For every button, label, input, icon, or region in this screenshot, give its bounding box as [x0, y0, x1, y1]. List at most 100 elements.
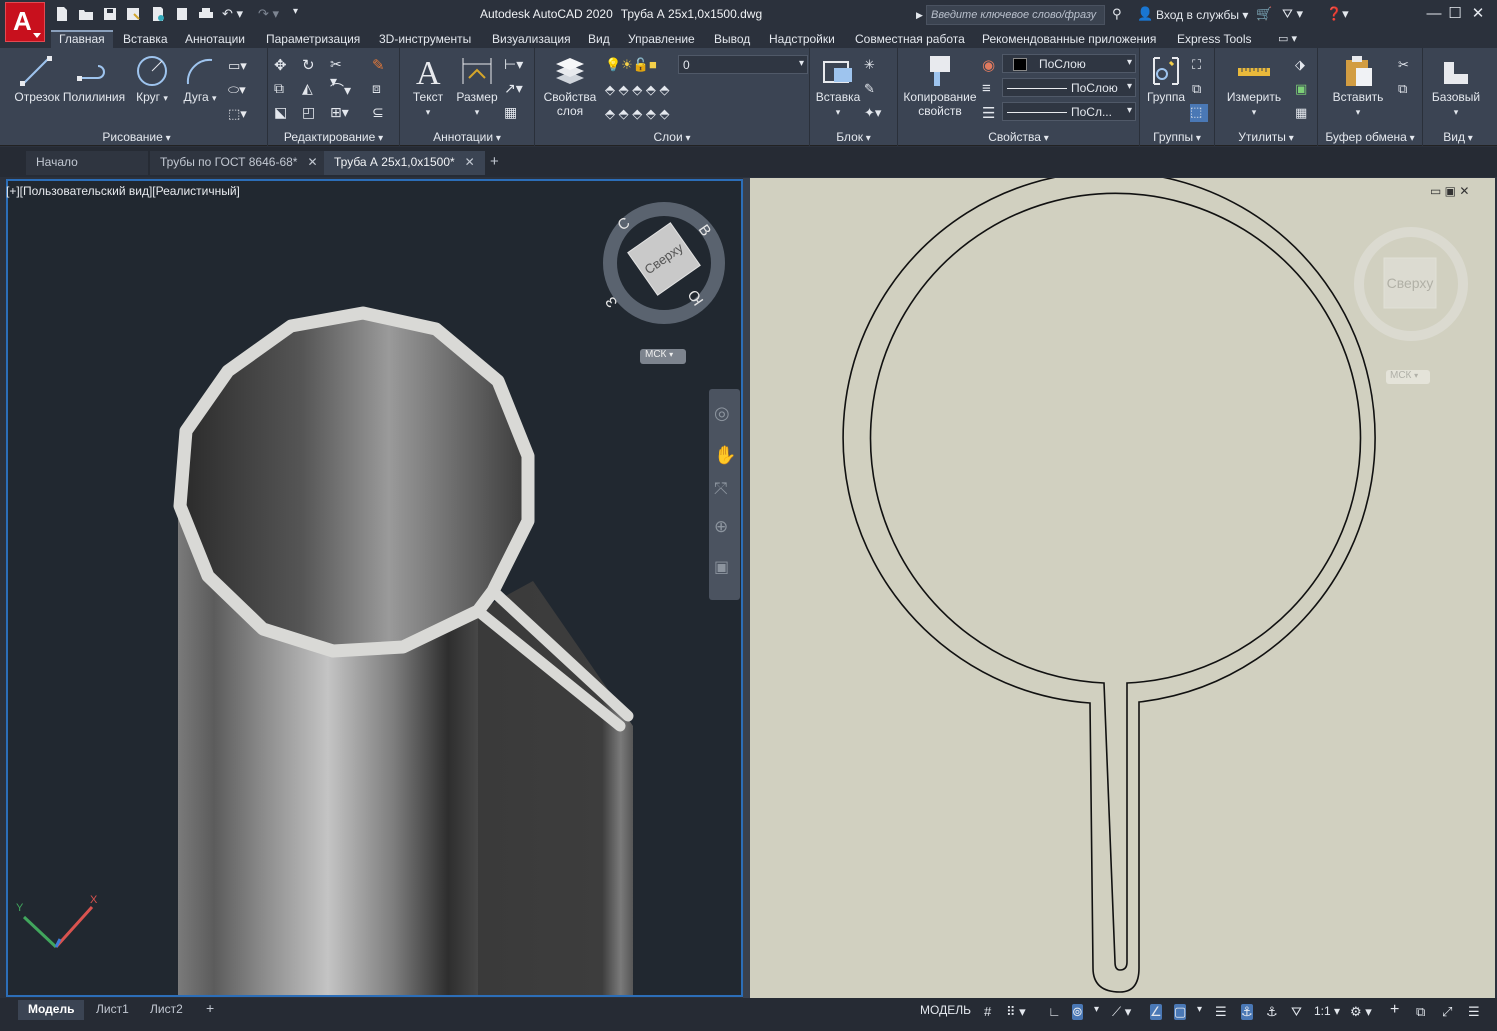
tab-addins[interactable]: Надстройки: [769, 30, 835, 48]
trim-icon[interactable]: ✂▾: [330, 56, 348, 89]
panel-block-label[interactable]: Блок: [810, 130, 897, 144]
open-folder-icon[interactable]: [78, 6, 94, 22]
panel-annotation-label[interactable]: Аннотации: [400, 130, 534, 144]
qat-customize-icon[interactable]: ▾: [293, 6, 298, 17]
paste-button[interactable]: Вставить ▾: [1324, 54, 1392, 118]
copy-clip-icon[interactable]: ⧉: [1398, 81, 1416, 99]
polar-menu-icon[interactable]: ▾: [1094, 1004, 1099, 1015]
match-properties-button[interactable]: Копирование свойств: [900, 54, 980, 118]
text-button[interactable]: A Текст ▾: [408, 54, 448, 118]
cut-icon[interactable]: ✂: [1398, 57, 1416, 75]
minimize-button[interactable]: —: [1423, 4, 1445, 24]
tab-home[interactable]: Главная: [51, 30, 113, 48]
annotation-visibility-icon[interactable]: ⚓: [1241, 1004, 1253, 1020]
erase-icon[interactable]: ✎: [372, 56, 390, 74]
osnap-tracking-icon[interactable]: ⟋ ▾: [1112, 1004, 1131, 1020]
viewcube-2d[interactable]: Сверху: [1350, 226, 1472, 346]
web-mobile-icon[interactable]: [150, 6, 166, 22]
ucs-menu-2d[interactable]: МСК ▾: [1386, 370, 1430, 384]
move-icon[interactable]: ✥: [274, 56, 292, 74]
linear-dim-icon[interactable]: ⊢▾: [504, 56, 523, 74]
isodraft-icon[interactable]: ∠: [1150, 1004, 1162, 1020]
snap-icon[interactable]: ⠿ ▾: [1006, 1004, 1026, 1020]
tab-visualize[interactable]: Визуализация: [492, 30, 571, 48]
share-icon[interactable]: [174, 6, 190, 22]
copy-icon[interactable]: ⧉: [274, 80, 292, 98]
tab-manage[interactable]: Управление: [628, 30, 695, 48]
lineweight-dropdown[interactable]: ПоСлою: [1002, 78, 1136, 97]
stretch-icon[interactable]: ⬕: [274, 104, 292, 122]
polar-icon[interactable]: ⊚: [1072, 1004, 1083, 1020]
search-expand-icon[interactable]: ▶: [916, 10, 923, 21]
group-button[interactable]: Группа: [1142, 54, 1190, 104]
undo-icon[interactable]: ↶ ▾: [222, 6, 243, 22]
quick-select-icon[interactable]: ⬗: [1295, 57, 1313, 75]
base-view-button[interactable]: Базовый ▾: [1427, 54, 1485, 118]
tab-collaborate[interactable]: Совместная работа: [855, 30, 965, 48]
save-icon[interactable]: [102, 6, 118, 22]
model-space-button[interactable]: МОДЕЛЬ: [920, 1003, 971, 1017]
steering-wheel-icon[interactable]: ◎: [714, 403, 730, 424]
sign-in-button[interactable]: Вход в службы ▾: [1156, 8, 1248, 22]
arc-button[interactable]: Дуга ▾: [180, 54, 220, 104]
zoom-extents-icon[interactable]: ⤧: [714, 479, 728, 499]
pan-icon[interactable]: ✋: [714, 445, 736, 466]
lineweight-toggle-icon[interactable]: ☰: [1215, 1004, 1227, 1020]
tab-parametric[interactable]: Параметризация: [266, 30, 360, 48]
orbit-icon[interactable]: ⊕: [714, 517, 728, 537]
offset-icon[interactable]: ⊆: [372, 104, 390, 122]
search-input[interactable]: Введите ключевое слово/фразу: [926, 5, 1105, 25]
layout-tab-model[interactable]: Модель: [18, 1000, 85, 1020]
a360-icon[interactable]: ⛛ ▾: [1282, 6, 1303, 22]
color-dropdown[interactable]: ПоСлою: [1002, 54, 1136, 73]
new-tab-button[interactable]: +: [480, 151, 509, 175]
redo-icon[interactable]: ↷ ▾: [258, 6, 279, 22]
binoculars-icon[interactable]: ⚲: [1112, 6, 1122, 22]
array-icon[interactable]: ⊞▾: [330, 104, 349, 122]
ortho-icon[interactable]: ∟: [1048, 1004, 1061, 1019]
fullscreen-icon[interactable]: ⤢: [1442, 1004, 1452, 1020]
autoscale-icon[interactable]: ⚓: [1266, 1004, 1278, 1020]
table-icon[interactable]: ▦: [504, 104, 522, 122]
panel-layers-label[interactable]: Слои: [535, 130, 809, 144]
group-selection-icon[interactable]: ⬚: [1190, 104, 1208, 122]
panel-groups-label[interactable]: Группы: [1140, 130, 1214, 144]
viewport-window-controls[interactable]: ▭ ▣ ✕: [1430, 184, 1469, 198]
scale-menu[interactable]: 1:1 ▾: [1314, 1004, 1340, 1018]
close-tab-icon[interactable]: ✕: [307, 155, 317, 169]
leader-icon[interactable]: ↗▾: [504, 80, 523, 98]
close-tab-icon[interactable]: ✕: [465, 155, 475, 169]
tab-insert[interactable]: Вставка: [123, 30, 168, 48]
explode-icon[interactable]: ⧈: [372, 80, 390, 98]
line-button[interactable]: Отрезок: [12, 54, 62, 104]
viewport-3d[interactable]: Сверху С В Ю З МСК ▾ Y X: [6, 179, 743, 997]
workspace-gear-icon[interactable]: ⚙ ▾: [1350, 1004, 1372, 1020]
rotate-icon[interactable]: ↻: [302, 56, 320, 74]
panel-view-label[interactable]: Вид: [1423, 130, 1493, 144]
new-file-icon[interactable]: [54, 6, 70, 22]
doc-tab-start[interactable]: Начало: [26, 151, 148, 175]
fillet-icon[interactable]: ⌒▾: [330, 80, 351, 98]
layout-tab-sheet2[interactable]: Лист2: [140, 1000, 193, 1020]
viewport-splitter[interactable]: [743, 178, 750, 998]
layer-dropdown[interactable]: 0: [678, 55, 808, 74]
tab-output[interactable]: Вывод: [714, 30, 750, 48]
mirror-icon[interactable]: ◭: [302, 80, 320, 98]
circle-button[interactable]: Круг ▾: [132, 54, 172, 104]
cart-icon[interactable]: 🛒: [1256, 6, 1272, 22]
doc-tab-gost[interactable]: Трубы по ГОСТ 8646-68* ✕: [150, 151, 328, 175]
group-edit-icon[interactable]: ⧉: [1192, 81, 1210, 99]
grid-icon[interactable]: #: [984, 1004, 991, 1019]
create-block-icon[interactable]: ✳: [864, 57, 882, 75]
hatch-icon[interactable]: ⬭▾: [228, 82, 246, 100]
tab-view[interactable]: Вид: [588, 30, 610, 48]
tab-3d-tools[interactable]: 3D-инструменты: [379, 30, 471, 48]
isolate-objects-icon[interactable]: ⧉: [1416, 1004, 1425, 1020]
polyline-button[interactable]: Полилиния: [62, 54, 126, 104]
customize-menu-icon[interactable]: ☰: [1468, 1004, 1480, 1020]
tab-annotate[interactable]: Аннотации: [185, 30, 245, 48]
insert-block-button[interactable]: Вставка ▾: [814, 54, 862, 118]
layer-properties-button[interactable]: Свойства слоя: [541, 54, 599, 118]
print-icon[interactable]: [198, 6, 214, 22]
osnap-menu-icon[interactable]: ▾: [1197, 1004, 1202, 1015]
